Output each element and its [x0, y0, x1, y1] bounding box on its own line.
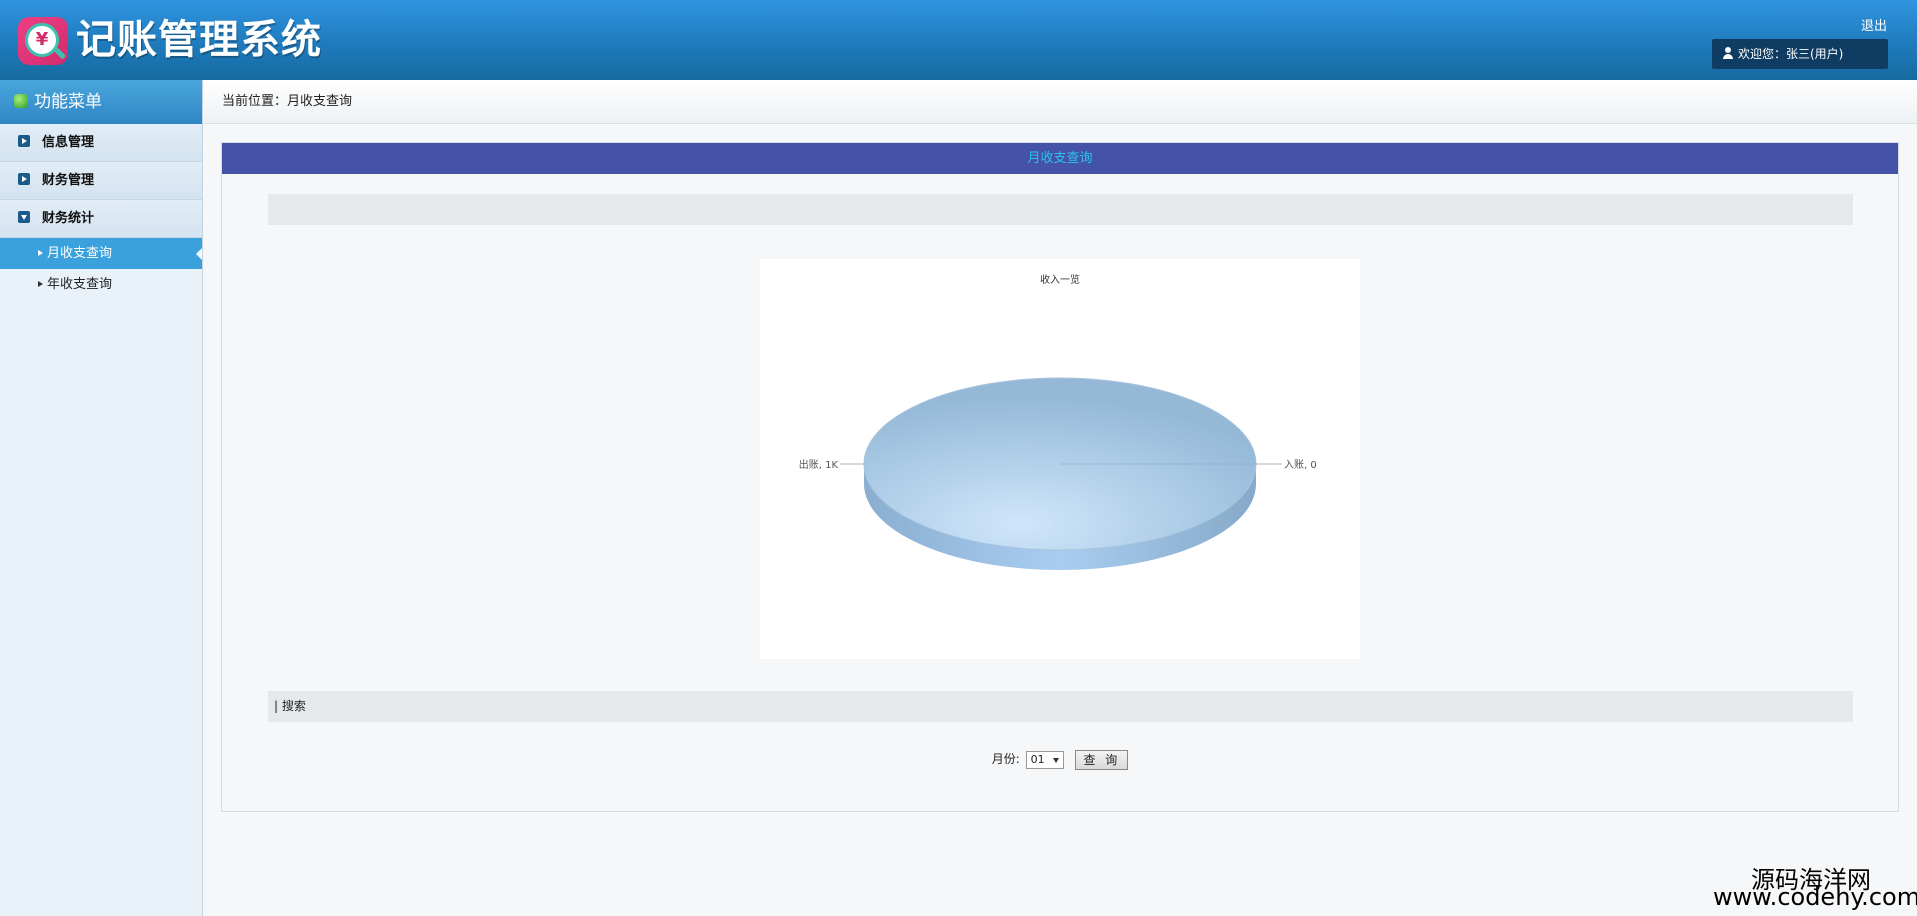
query-button[interactable]: 查 询: [1075, 749, 1129, 770]
menu-group-label: 财务统计: [42, 211, 95, 226]
expand-right-icon: [18, 173, 30, 185]
chart-title: 收入一览: [1040, 273, 1080, 286]
user-icon: [1722, 47, 1734, 59]
panel-title: 月收支查询: [222, 143, 1898, 174]
sidebar-title-text: 功能菜单: [34, 92, 102, 112]
breadcrumb: 当前位置：月收支查询: [204, 80, 1917, 124]
app-title: 记账管理系统: [76, 17, 322, 63]
sidebar-item-yearly-query[interactable]: 年收支查询: [0, 269, 202, 300]
triangle-right-icon: [38, 250, 43, 256]
sidebar-title: 功能菜单: [0, 80, 202, 124]
pie-chart-svg: 收入一览 出账, 1K 入账, 0: [799, 273, 1317, 570]
income-chart: 收入一览 出账, 1K 入账, 0: [760, 259, 1360, 659]
welcome-text: 欢迎您：张三(用户): [1738, 47, 1844, 61]
logout-link[interactable]: 退出: [1861, 15, 1887, 34]
sidebar: 功能菜单 信息管理 财务管理 财务统计 月收支查询 年收支查询: [0, 80, 203, 916]
cube-icon: [14, 94, 28, 108]
toolbar-empty: [268, 194, 1853, 225]
search-form: 月份: 01 查 询: [222, 748, 1898, 770]
top-header: ¥ 记账管理系统 退出 欢迎您：张三(用户): [0, 0, 1917, 80]
welcome-badge: 欢迎您：张三(用户): [1712, 39, 1888, 69]
expand-down-icon: [18, 211, 30, 223]
search-section-header: | 搜索: [268, 691, 1853, 722]
expand-right-icon: [18, 135, 30, 147]
menu-group-finance[interactable]: 财务管理: [0, 162, 202, 200]
month-label: 月份:: [991, 752, 1020, 766]
sidebar-item-monthly-query[interactable]: 月收支查询: [0, 238, 202, 269]
menu-group-info[interactable]: 信息管理: [0, 124, 202, 162]
pie-label-incoming: 入账, 0: [1284, 459, 1317, 471]
menu-group-statistics[interactable]: 财务统计: [0, 200, 202, 238]
main-panel: 月收支查询 收入一览 出账, 1K 入账, 0 | 搜索 月份: 01 查 询: [221, 142, 1899, 812]
yen-glyph: ¥: [35, 29, 49, 50]
watermark-line2: www.codehy.com: [1713, 883, 1917, 911]
sidebar-item-label: 月收支查询: [47, 246, 113, 261]
triangle-right-icon: [38, 281, 43, 287]
logo-icon: ¥: [18, 17, 68, 65]
menu-group-label: 财务管理: [42, 173, 95, 188]
month-select[interactable]: 01: [1025, 750, 1064, 769]
pie-label-outgoing: 出账, 1K: [799, 458, 839, 471]
sidebar-item-label: 年收支查询: [47, 277, 113, 292]
menu-group-label: 信息管理: [42, 135, 95, 150]
